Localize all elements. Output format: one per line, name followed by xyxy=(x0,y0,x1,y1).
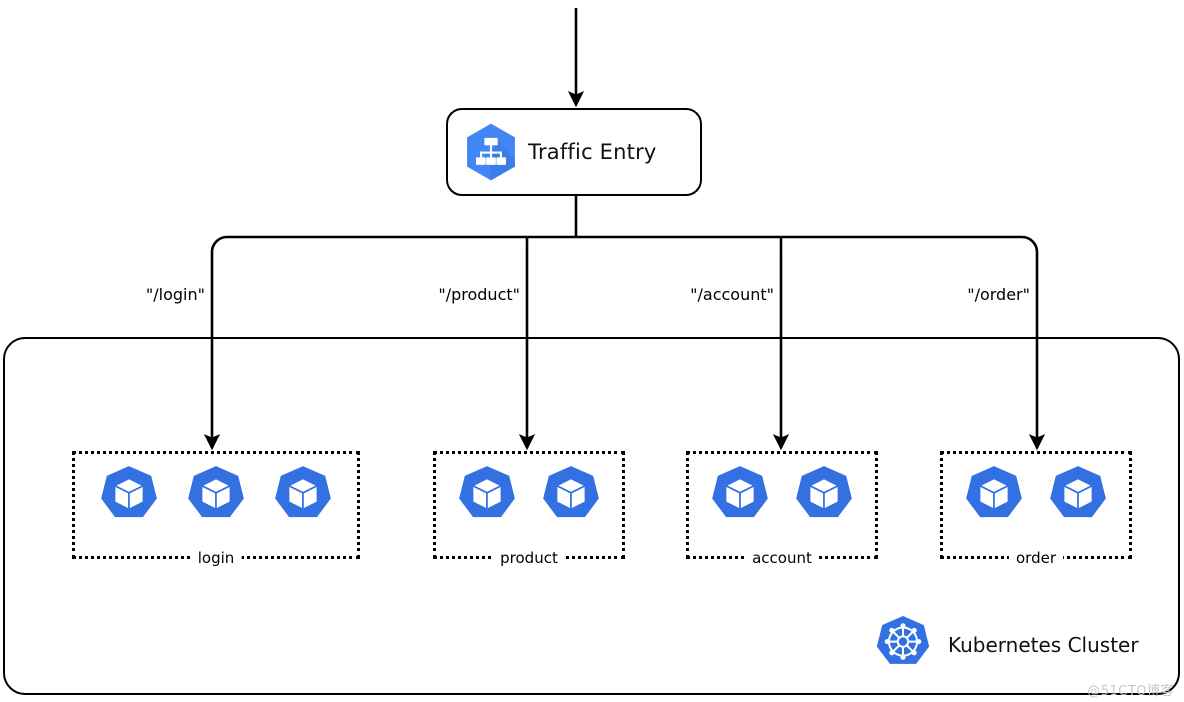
distribution-bus xyxy=(210,235,1039,253)
route-label-account: "/account" xyxy=(690,285,774,304)
kubernetes-pod-icon[interactable] xyxy=(791,464,857,530)
kubernetes-pod-icon[interactable] xyxy=(454,464,520,530)
route-label-login: "/login" xyxy=(145,285,205,304)
pod-row xyxy=(436,454,622,556)
watermark: @51CTO博客 xyxy=(1087,684,1174,699)
deployment-group-order[interactable]: order xyxy=(940,451,1132,567)
kubernetes-pod-icon[interactable] xyxy=(270,464,336,530)
deployment-group-account[interactable]: account xyxy=(686,451,878,567)
deployment-group-login[interactable]: login xyxy=(72,451,360,567)
traffic-entry-node[interactable]: Traffic Entry xyxy=(446,108,702,196)
deployment-group-product[interactable]: product xyxy=(433,451,625,567)
pod-row xyxy=(689,454,875,556)
kubernetes-helm-wheel-icon xyxy=(876,615,930,664)
kubernetes-pod-icon[interactable] xyxy=(1045,464,1111,530)
kubernetes-pod-icon[interactable] xyxy=(707,464,773,530)
kubernetes-pod-icon[interactable] xyxy=(961,464,1027,530)
pod-row xyxy=(75,454,357,556)
kubernetes-cluster-legend-label: Kubernetes Cluster xyxy=(948,633,1139,657)
kubernetes-pod-icon[interactable] xyxy=(96,464,162,530)
traffic-entry-label: Traffic Entry xyxy=(528,140,657,164)
kubernetes-cluster-legend: Kubernetes Cluster xyxy=(872,614,1139,676)
kubernetes-pod-icon[interactable] xyxy=(538,464,604,530)
load-balancer-hexagon-icon xyxy=(467,123,515,181)
deployment-name-account: account xyxy=(745,549,819,567)
kubernetes-pod-icon[interactable] xyxy=(183,464,249,530)
route-label-product: "/product" xyxy=(438,285,520,304)
deployment-name-order: order xyxy=(1009,549,1063,567)
pod-row xyxy=(943,454,1129,556)
diagram-canvas: Traffic Entry "/login" "/product" "/acco… xyxy=(0,0,1184,702)
deployment-name-login: login xyxy=(190,549,242,567)
deployment-name-product: product xyxy=(493,549,565,567)
route-label-order: "/order" xyxy=(967,285,1030,304)
